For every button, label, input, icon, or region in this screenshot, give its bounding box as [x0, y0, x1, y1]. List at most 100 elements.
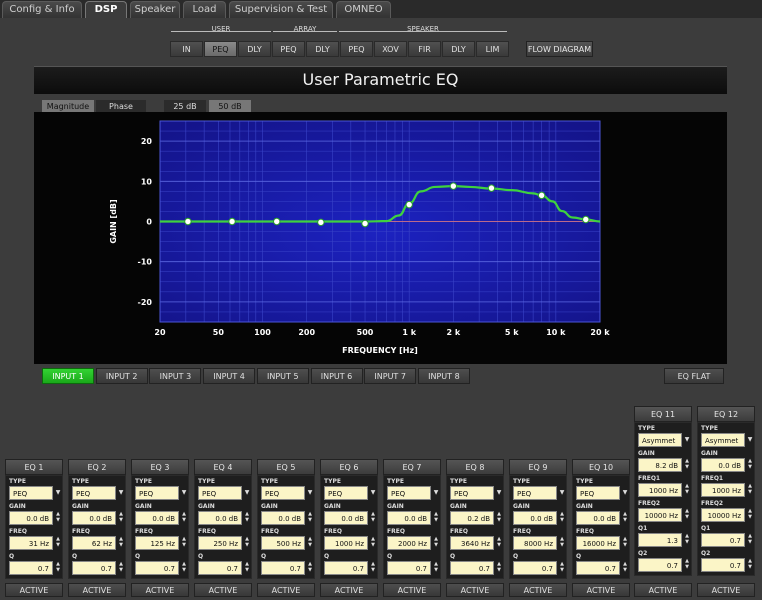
- value-input[interactable]: 0.0 dB: [576, 511, 620, 525]
- tab-speaker[interactable]: Speaker: [130, 1, 180, 18]
- spinner-arrows-icon[interactable]: ▲ ▼: [117, 511, 125, 525]
- eq-active-button[interactable]: ACTIVE: [131, 583, 189, 597]
- value-input[interactable]: 125 Hz: [135, 536, 179, 550]
- chevron-down-icon[interactable]: ▼: [180, 486, 188, 500]
- value-input[interactable]: 2000 Hz: [387, 536, 431, 550]
- spinner-arrows-icon[interactable]: ▲ ▼: [432, 536, 440, 550]
- chevron-down-icon[interactable]: ▼: [495, 486, 503, 500]
- block-dly-button[interactable]: DLY: [306, 41, 339, 57]
- chevron-down-icon[interactable]: ▼: [117, 486, 125, 500]
- value-input[interactable]: 0.7: [638, 558, 682, 572]
- value-input[interactable]: 0.0 dB: [387, 511, 431, 525]
- value-input[interactable]: 0.7: [198, 561, 242, 575]
- spinner-arrows-icon[interactable]: ▲ ▼: [243, 561, 251, 575]
- eq-band-handle[interactable]: [582, 215, 590, 224]
- block-lim-button[interactable]: LIM: [476, 41, 509, 57]
- spinner-arrows-icon[interactable]: ▲ ▼: [54, 561, 62, 575]
- tab-config-info[interactable]: Config & Info: [2, 1, 82, 18]
- value-input[interactable]: 10000 Hz: [701, 508, 745, 522]
- spinner-arrows-icon[interactable]: ▲ ▼: [746, 533, 754, 547]
- value-input[interactable]: 0.7: [387, 561, 431, 575]
- chevron-down-icon[interactable]: ▼: [558, 486, 566, 500]
- eq-band-handle[interactable]: [361, 219, 369, 228]
- value-input[interactable]: 16000 Hz: [576, 536, 620, 550]
- value-input[interactable]: 1000 Hz: [701, 483, 745, 497]
- chevron-down-icon[interactable]: ▼: [306, 486, 314, 500]
- input-2-button[interactable]: INPUT 2: [95, 368, 148, 384]
- eq-band-handle[interactable]: [317, 218, 325, 227]
- spinner-arrows-icon[interactable]: ▲ ▼: [369, 511, 377, 525]
- spinner-arrows-icon[interactable]: ▲ ▼: [683, 558, 691, 572]
- tab-omneo[interactable]: OMNEO: [336, 1, 391, 18]
- spinner-arrows-icon[interactable]: ▲ ▼: [243, 511, 251, 525]
- spinner-arrows-icon[interactable]: ▲ ▼: [683, 483, 691, 497]
- value-input[interactable]: 0.7: [324, 561, 368, 575]
- input-1-button[interactable]: INPUT 1: [42, 368, 94, 384]
- spinner-arrows-icon[interactable]: ▲ ▼: [558, 511, 566, 525]
- input-6-button[interactable]: INPUT 6: [310, 368, 363, 384]
- value-input[interactable]: 31 Hz: [9, 536, 53, 550]
- eq-active-button[interactable]: ACTIVE: [5, 583, 63, 597]
- value-input[interactable]: 0.7: [261, 561, 305, 575]
- spinner-arrows-icon[interactable]: ▲ ▼: [117, 536, 125, 550]
- spinner-arrows-icon[interactable]: ▲ ▼: [558, 561, 566, 575]
- spinner-arrows-icon[interactable]: ▲ ▼: [432, 561, 440, 575]
- spinner-arrows-icon[interactable]: ▲ ▼: [495, 511, 503, 525]
- value-input[interactable]: 0.7: [576, 561, 620, 575]
- type-select[interactable]: PEQ: [450, 486, 494, 500]
- spinner-arrows-icon[interactable]: ▲ ▼: [180, 511, 188, 525]
- value-input[interactable]: 0.0 dB: [261, 511, 305, 525]
- flow-diagram-button[interactable]: FLOW DIAGRAM: [526, 41, 593, 57]
- spinner-arrows-icon[interactable]: ▲ ▼: [243, 536, 251, 550]
- spinner-arrows-icon[interactable]: ▲ ▼: [746, 508, 754, 522]
- spinner-arrows-icon[interactable]: ▲ ▼: [54, 511, 62, 525]
- chevron-down-icon[interactable]: ▼: [746, 433, 754, 447]
- input-8-button[interactable]: INPUT 8: [417, 368, 470, 384]
- type-select[interactable]: Asymmet: [701, 433, 745, 447]
- value-input[interactable]: 0.7: [513, 561, 557, 575]
- spinner-arrows-icon[interactable]: ▲ ▼: [746, 483, 754, 497]
- type-select[interactable]: PEQ: [72, 486, 116, 500]
- value-input[interactable]: 1.3: [638, 533, 682, 547]
- value-input[interactable]: 1000 Hz: [324, 536, 368, 550]
- tab-dsp[interactable]: DSP: [85, 1, 127, 18]
- value-input[interactable]: 0.7: [9, 561, 53, 575]
- value-input[interactable]: 1000 Hz: [638, 483, 682, 497]
- type-select[interactable]: PEQ: [9, 486, 53, 500]
- eq-band-handle[interactable]: [405, 200, 413, 209]
- value-input[interactable]: 250 Hz: [198, 536, 242, 550]
- spinner-arrows-icon[interactable]: ▲ ▼: [180, 536, 188, 550]
- eq-active-button[interactable]: ACTIVE: [383, 583, 441, 597]
- spinner-arrows-icon[interactable]: ▲ ▼: [683, 508, 691, 522]
- type-select[interactable]: PEQ: [387, 486, 431, 500]
- spinner-arrows-icon[interactable]: ▲ ▼: [369, 561, 377, 575]
- spinner-arrows-icon[interactable]: ▲ ▼: [621, 561, 629, 575]
- spinner-arrows-icon[interactable]: ▲ ▼: [683, 533, 691, 547]
- type-select[interactable]: PEQ: [261, 486, 305, 500]
- type-select[interactable]: PEQ: [324, 486, 368, 500]
- value-input[interactable]: 0.0 dB: [135, 511, 179, 525]
- block-in-button[interactable]: IN: [170, 41, 203, 57]
- chevron-down-icon[interactable]: ▼: [683, 433, 691, 447]
- eq-active-button[interactable]: ACTIVE: [446, 583, 504, 597]
- eq-band-handle[interactable]: [487, 184, 496, 192]
- spinner-arrows-icon[interactable]: ▲ ▼: [746, 558, 754, 572]
- block-peq-button[interactable]: PEQ: [340, 41, 373, 57]
- spinner-arrows-icon[interactable]: ▲ ▼: [683, 458, 691, 472]
- eq-band-handle[interactable]: [273, 217, 281, 226]
- value-input[interactable]: 500 Hz: [261, 536, 305, 550]
- block-peq-button[interactable]: PEQ: [204, 41, 237, 57]
- value-input[interactable]: 0.0 dB: [9, 511, 53, 525]
- spinner-arrows-icon[interactable]: ▲ ▼: [117, 561, 125, 575]
- chevron-down-icon[interactable]: ▼: [54, 486, 62, 500]
- value-input[interactable]: 0.7: [701, 558, 745, 572]
- value-input[interactable]: 0.0 dB: [701, 458, 745, 472]
- chevron-down-icon[interactable]: ▼: [243, 486, 251, 500]
- spinner-arrows-icon[interactable]: ▲ ▼: [306, 561, 314, 575]
- block-dly-button[interactable]: DLY: [238, 41, 271, 57]
- value-input[interactable]: 0.7: [450, 561, 494, 575]
- spinner-arrows-icon[interactable]: ▲ ▼: [306, 536, 314, 550]
- eq-active-button[interactable]: ACTIVE: [68, 583, 126, 597]
- type-select[interactable]: PEQ: [513, 486, 557, 500]
- spinner-arrows-icon[interactable]: ▲ ▼: [621, 511, 629, 525]
